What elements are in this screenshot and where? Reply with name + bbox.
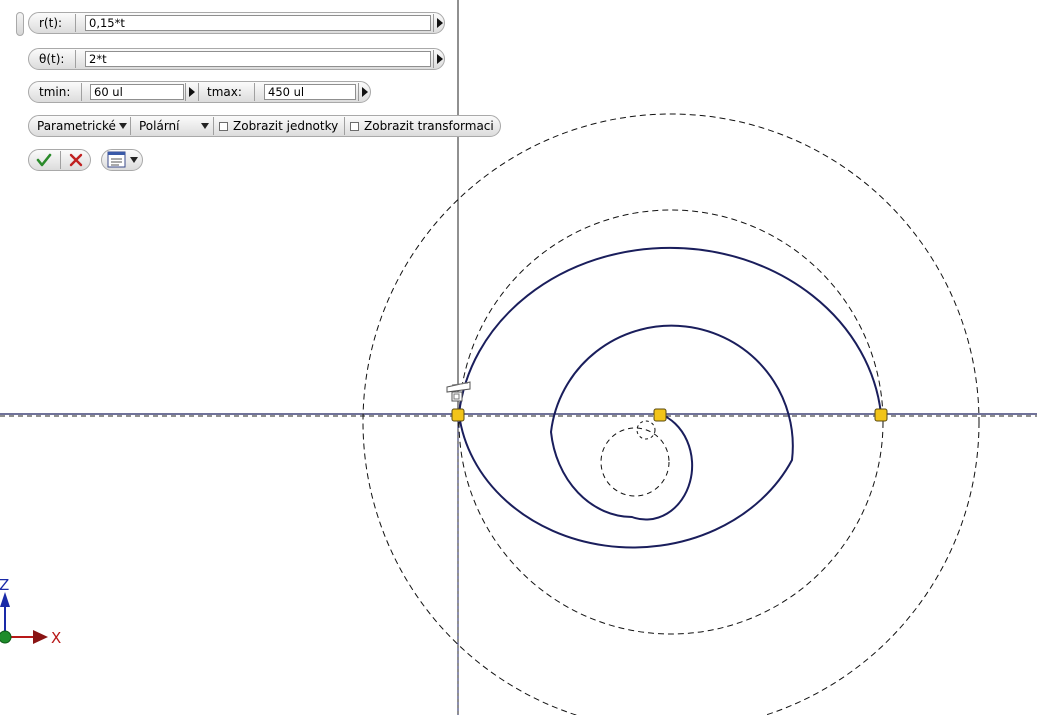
construction-circle-middle xyxy=(458,209,884,635)
r-input[interactable]: 0,15*t xyxy=(85,15,431,31)
options-menu-button[interactable] xyxy=(101,149,143,171)
tmin-label: tmin: xyxy=(39,85,71,99)
ucs-triad xyxy=(0,592,48,644)
options-row: Parametrické Polární Zobrazit jednotky Z… xyxy=(28,115,501,137)
options-menu-icon xyxy=(107,151,126,168)
curve-type-dropdown[interactable]: Parametrické xyxy=(29,116,131,136)
theta-function-row: θ(t): 2*t xyxy=(28,48,445,70)
show-transform-checkbox[interactable]: Zobrazit transformaci xyxy=(345,116,500,136)
t-range-row: tmin: 60 ul tmax: 450 ul xyxy=(28,81,371,103)
tmax-expand-arrow-icon[interactable] xyxy=(358,83,370,101)
curve-handle-end[interactable] xyxy=(874,408,888,422)
r-expand-arrow-icon[interactable] xyxy=(433,14,444,32)
z-axis-label: Z xyxy=(0,576,9,594)
origin-marker xyxy=(0,630,12,644)
cross-icon xyxy=(69,153,83,167)
tmin-input[interactable]: 60 ul xyxy=(90,84,184,100)
coordinate-system-dropdown[interactable]: Polární xyxy=(131,116,213,136)
show-units-checkbox[interactable]: Zobrazit jednotky xyxy=(214,116,345,136)
tmin-separator xyxy=(81,83,82,101)
x-axis-arrow xyxy=(33,630,48,644)
z-axis-arrow xyxy=(0,592,10,607)
tmin-expand-arrow-icon[interactable] xyxy=(185,83,197,101)
curve-handle-start[interactable] xyxy=(653,408,667,422)
tmax-input[interactable]: 450 ul xyxy=(264,84,356,100)
toolbar-grip[interactable] xyxy=(16,12,24,36)
confirm-cancel-group xyxy=(28,149,91,171)
confirm-button[interactable] xyxy=(29,150,60,170)
tmax-label: tmax: xyxy=(207,85,242,99)
r-separator xyxy=(75,14,76,32)
chevron-down-icon xyxy=(119,123,127,129)
r-function-row: r(t): 0,15*t xyxy=(28,12,445,34)
theta-label: θ(t): xyxy=(39,52,65,66)
sketch-canvas[interactable]: Z X xyxy=(0,0,1037,715)
coordinate-system-value: Polární xyxy=(139,119,180,133)
tool-cursor-icon xyxy=(446,381,471,402)
show-transform-label: Zobrazit transformaci xyxy=(364,119,494,133)
theta-separator xyxy=(75,50,76,68)
cancel-button[interactable] xyxy=(61,150,90,170)
theta-input[interactable]: 2*t xyxy=(85,51,431,67)
check-icon xyxy=(36,153,52,167)
chevron-down-icon xyxy=(130,157,138,163)
spiral-curve[interactable] xyxy=(457,246,882,549)
chevron-down-icon xyxy=(201,123,209,129)
checkbox-box[interactable] xyxy=(350,121,359,131)
tmax-separator xyxy=(254,83,255,101)
r-label: r(t): xyxy=(39,16,63,30)
show-units-label: Zobrazit jednotky xyxy=(233,119,339,133)
curve-handle-middle[interactable] xyxy=(451,408,465,422)
x-axis-label: X xyxy=(51,629,61,647)
curve-type-value: Parametrické xyxy=(37,119,116,133)
checkbox-box[interactable] xyxy=(219,121,228,131)
construction-circle-inner xyxy=(600,427,670,497)
theta-expand-arrow-icon[interactable] xyxy=(433,50,444,68)
